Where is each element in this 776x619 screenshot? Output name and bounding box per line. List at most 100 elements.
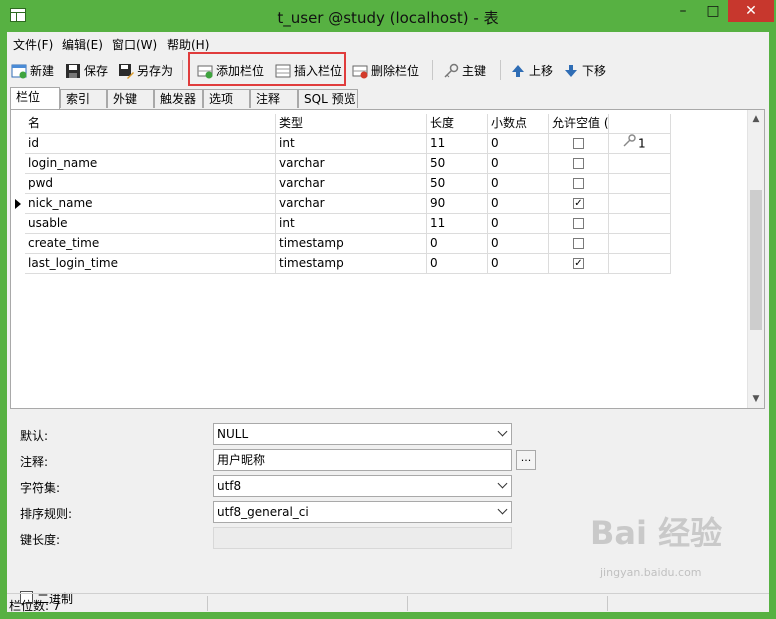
cell-length[interactable]: 11 <box>427 214 488 234</box>
cell-length[interactable]: 50 <box>427 154 488 174</box>
key-length-input <box>213 527 512 549</box>
header-nullable[interactable]: 允许空值 ( <box>549 114 609 134</box>
cell-type[interactable]: varchar <box>276 154 427 174</box>
header-decimals[interactable]: 小数点 <box>488 114 549 134</box>
cell-name[interactable]: nick_name <box>25 194 276 214</box>
cell-decimals[interactable]: 0 <box>488 234 549 254</box>
move-up-button[interactable]: 上移 <box>510 61 553 81</box>
comment-edit-button[interactable]: ... <box>516 450 536 470</box>
row-selector[interactable] <box>11 174 25 194</box>
key-icon <box>443 63 459 79</box>
header-name[interactable]: 名 <box>25 114 276 134</box>
toolbar-separator <box>500 60 501 80</box>
tab-indexes[interactable]: 索引 <box>60 89 107 108</box>
tab-sql-preview[interactable]: SQL 预览 <box>298 89 358 108</box>
maximize-button[interactable]: □ <box>698 0 728 22</box>
cell-length[interactable]: 50 <box>427 174 488 194</box>
collation-select[interactable]: utf8_general_ci <box>213 501 512 523</box>
cell-decimals[interactable]: 0 <box>488 214 549 234</box>
row-selector[interactable] <box>11 214 25 234</box>
nullable-checkbox[interactable]: ✓ <box>573 198 584 209</box>
fields-grid[interactable]: 名 类型 长度 小数点 允许空值 ( id int 11 0 1 login_name va… <box>10 109 765 409</box>
close-button[interactable]: ✕ <box>728 0 774 22</box>
floppy-icon <box>65 63 81 79</box>
charset-select[interactable]: utf8 <box>213 475 512 497</box>
cell-length[interactable]: 90 <box>427 194 488 214</box>
cell-type[interactable]: timestamp <box>276 254 427 274</box>
row-selector[interactable] <box>11 234 25 254</box>
row-selector[interactable] <box>11 134 25 154</box>
save-as-button[interactable]: 另存为 <box>118 61 173 81</box>
delete-field-label: 删除栏位 <box>371 64 420 78</box>
tab-options[interactable]: 选项 <box>203 89 250 108</box>
move-up-label: 上移 <box>529 64 554 78</box>
nullable-checkbox[interactable] <box>573 238 584 249</box>
grid-vertical-scrollbar[interactable]: ▲ ▼ <box>747 110 764 408</box>
cell-type[interactable]: varchar <box>276 194 427 214</box>
tab-triggers[interactable]: 触发器 <box>154 89 203 108</box>
tab-comment[interactable]: 注释 <box>250 89 298 108</box>
cell-decimals[interactable]: 0 <box>488 134 549 154</box>
cell-name[interactable]: pwd <box>25 174 276 194</box>
cell-type[interactable]: int <box>276 214 427 234</box>
collation-value: utf8_general_ci <box>217 505 309 519</box>
nullable-checkbox[interactable] <box>573 218 584 229</box>
minimize-button[interactable]: – <box>668 0 698 22</box>
cell-type[interactable]: int <box>276 134 427 154</box>
table-row[interactable]: login_name varchar 50 0 <box>11 154 671 174</box>
cell-name[interactable]: login_name <box>25 154 276 174</box>
scroll-up-icon[interactable]: ▲ <box>751 114 761 124</box>
scroll-thumb[interactable] <box>750 190 762 330</box>
table-row[interactable]: nick_name varchar 90 0 ✓ <box>11 194 671 214</box>
menu-edit[interactable]: 编辑(E) <box>62 36 103 53</box>
menu-file[interactable]: 文件(F) <box>13 36 53 53</box>
cell-name[interactable]: last_login_time <box>25 254 276 274</box>
scroll-down-icon[interactable]: ▼ <box>751 394 761 404</box>
table-row[interactable]: id int 11 0 1 <box>11 134 671 154</box>
cell-length[interactable]: 0 <box>427 234 488 254</box>
table-row[interactable]: last_login_time timestamp 0 0 ✓ <box>11 254 671 274</box>
primary-key-button[interactable]: 主键 <box>443 61 486 81</box>
cell-decimals[interactable]: 0 <box>488 254 549 274</box>
nullable-checkbox[interactable]: ✓ <box>573 258 584 269</box>
menu-bar: 文件(F) 编辑(E) 窗口(W) 帮助(H) <box>7 32 769 54</box>
cell-type[interactable]: varchar <box>276 174 427 194</box>
cell-key <box>609 154 671 174</box>
cell-type[interactable]: timestamp <box>276 234 427 254</box>
save-button[interactable]: 保存 <box>65 61 108 81</box>
new-button[interactable]: 新建 <box>11 61 54 81</box>
row-selector[interactable] <box>11 194 25 214</box>
row-selector[interactable] <box>11 154 25 174</box>
nullable-checkbox[interactable] <box>573 158 584 169</box>
delete-field-button[interactable]: 删除栏位 <box>352 61 419 81</box>
nullable-checkbox[interactable] <box>573 178 584 189</box>
tab-foreign-keys[interactable]: 外键 <box>107 89 154 108</box>
current-row-arrow-icon <box>15 199 21 209</box>
title-bar[interactable]: t_user @study (localhost) - 表 – □ ✕ <box>0 0 776 32</box>
header-type[interactable]: 类型 <box>276 114 427 134</box>
row-selector[interactable] <box>11 254 25 274</box>
cell-name[interactable]: usable <box>25 214 276 234</box>
cell-name[interactable]: id <box>25 134 276 154</box>
header-length[interactable]: 长度 <box>427 114 488 134</box>
cell-decimals[interactable]: 0 <box>488 154 549 174</box>
comment-input[interactable]: 用户昵称 <box>213 449 512 471</box>
table-row[interactable]: pwd varchar 50 0 <box>11 174 671 194</box>
table-row[interactable]: create_time timestamp 0 0 <box>11 234 671 254</box>
cell-length[interactable]: 0 <box>427 254 488 274</box>
save-label: 保存 <box>84 64 109 78</box>
cell-length[interactable]: 11 <box>427 134 488 154</box>
charset-label: 字符集: <box>20 481 61 495</box>
menu-help[interactable]: 帮助(H) <box>167 36 209 53</box>
cell-decimals[interactable]: 0 <box>488 194 549 214</box>
cell-name[interactable]: create_time <box>25 234 276 254</box>
status-separator <box>407 596 408 611</box>
move-down-button[interactable]: 下移 <box>563 61 606 81</box>
nullable-checkbox[interactable] <box>573 138 584 149</box>
new-table-icon <box>11 63 27 79</box>
table-row[interactable]: usable int 11 0 <box>11 214 671 234</box>
tab-fields[interactable]: 栏位 <box>10 87 60 109</box>
menu-window[interactable]: 窗口(W) <box>112 36 157 53</box>
default-select[interactable]: NULL <box>213 423 512 445</box>
cell-decimals[interactable]: 0 <box>488 174 549 194</box>
